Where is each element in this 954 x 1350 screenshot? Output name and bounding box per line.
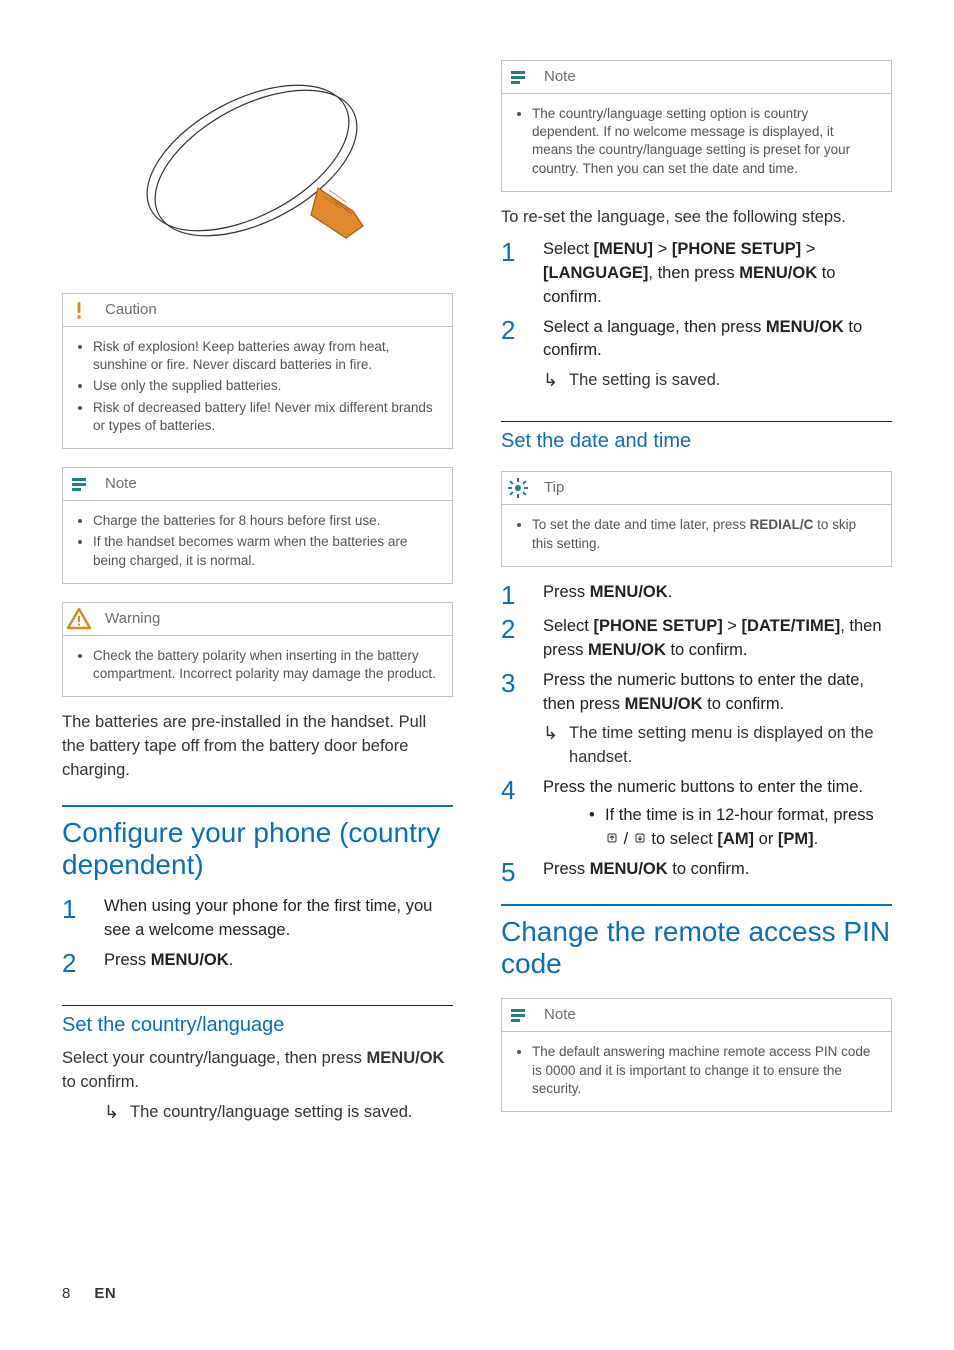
note-box: Note The country/language setting option… bbox=[501, 60, 892, 192]
note-item: Charge the batteries for 8 hours before … bbox=[93, 512, 438, 530]
warning-box: Warning Check the battery polarity when … bbox=[62, 602, 453, 697]
note-label: Note bbox=[544, 67, 576, 87]
down-key-icon bbox=[633, 831, 647, 847]
heading-set-country-language: Set the country/language bbox=[62, 1005, 453, 1037]
result-arrow-icon: ↳ bbox=[543, 722, 561, 745]
reset-language-text: To re-set the language, see the followin… bbox=[501, 206, 892, 230]
note-box: Note Charge the batteries for 8 hours be… bbox=[62, 467, 453, 584]
result-setting-saved: ↳ The setting is saved. bbox=[543, 369, 892, 393]
step-item: Press the numeric buttons to enter the t… bbox=[501, 776, 892, 852]
step-item: Press MENU/OK to confirm. bbox=[501, 858, 892, 886]
step-item: Press the numeric buttons to enter the d… bbox=[501, 669, 892, 771]
result-time-menu: ↳ The time setting menu is displayed on … bbox=[543, 722, 892, 770]
caution-item: Risk of explosion! Keep batteries away f… bbox=[93, 338, 438, 374]
note-label: Note bbox=[544, 1005, 576, 1025]
tip-item: To set the date and time later, press RE… bbox=[532, 516, 877, 552]
note-icon bbox=[502, 999, 534, 1031]
warning-icon bbox=[63, 603, 95, 635]
page-number: 8 bbox=[62, 1285, 70, 1302]
note-label: Note bbox=[105, 474, 137, 494]
tip-box: Tip To set the date and time later, pres… bbox=[501, 471, 892, 566]
step-item: Select a language, then press MENU/OK to… bbox=[501, 316, 892, 394]
step-item: Select [PHONE SETUP] > [DATE/TIME], then… bbox=[501, 615, 892, 663]
caution-box: Caution Risk of explosion! Keep batterie… bbox=[62, 293, 453, 449]
step-subbullet: If the time is in 12-hour format, press … bbox=[605, 804, 892, 852]
tip-icon bbox=[502, 472, 534, 504]
caution-item: Risk of decreased battery life! Never mi… bbox=[93, 399, 438, 435]
note-box: Note The default answering machine remot… bbox=[501, 998, 892, 1112]
step-item: When using your phone for the first time… bbox=[62, 895, 453, 943]
step-item: Press MENU/OK. bbox=[62, 949, 453, 977]
page-footer: 8 EN bbox=[62, 1285, 116, 1302]
step-item: Select [MENU] > [PHONE SETUP] > [LANGUAG… bbox=[501, 238, 892, 310]
result-arrow-icon: ↳ bbox=[543, 369, 561, 392]
note-item: The default answering machine remote acc… bbox=[532, 1043, 877, 1098]
caution-label: Caution bbox=[105, 300, 157, 320]
note-icon bbox=[63, 468, 95, 500]
heading-change-pin: Change the remote access PIN code bbox=[501, 904, 892, 980]
heading-set-date-time: Set the date and time bbox=[501, 421, 892, 453]
up-key-icon bbox=[605, 831, 619, 847]
warning-item: Check the battery polarity when insertin… bbox=[93, 647, 438, 683]
note-item: The country/language setting option is c… bbox=[532, 105, 877, 178]
note-item: If the handset becomes warm when the bat… bbox=[93, 533, 438, 569]
step-item: Press MENU/OK. bbox=[501, 581, 892, 609]
caution-item: Use only the supplied batteries. bbox=[93, 377, 438, 395]
note-icon bbox=[502, 61, 534, 93]
caution-icon bbox=[63, 294, 95, 326]
result-country-saved: ↳ The country/language setting is saved. bbox=[104, 1101, 453, 1125]
preinstalled-text: The batteries are pre-installed in the h… bbox=[62, 711, 453, 783]
warning-label: Warning bbox=[105, 609, 160, 629]
tip-label: Tip bbox=[544, 478, 564, 498]
page-language: EN bbox=[94, 1285, 116, 1302]
handset-illustration bbox=[62, 60, 453, 275]
country-lang-text: Select your country/language, then press… bbox=[62, 1047, 453, 1095]
result-arrow-icon: ↳ bbox=[104, 1101, 122, 1124]
heading-configure-phone: Configure your phone (country dependent) bbox=[62, 805, 453, 881]
